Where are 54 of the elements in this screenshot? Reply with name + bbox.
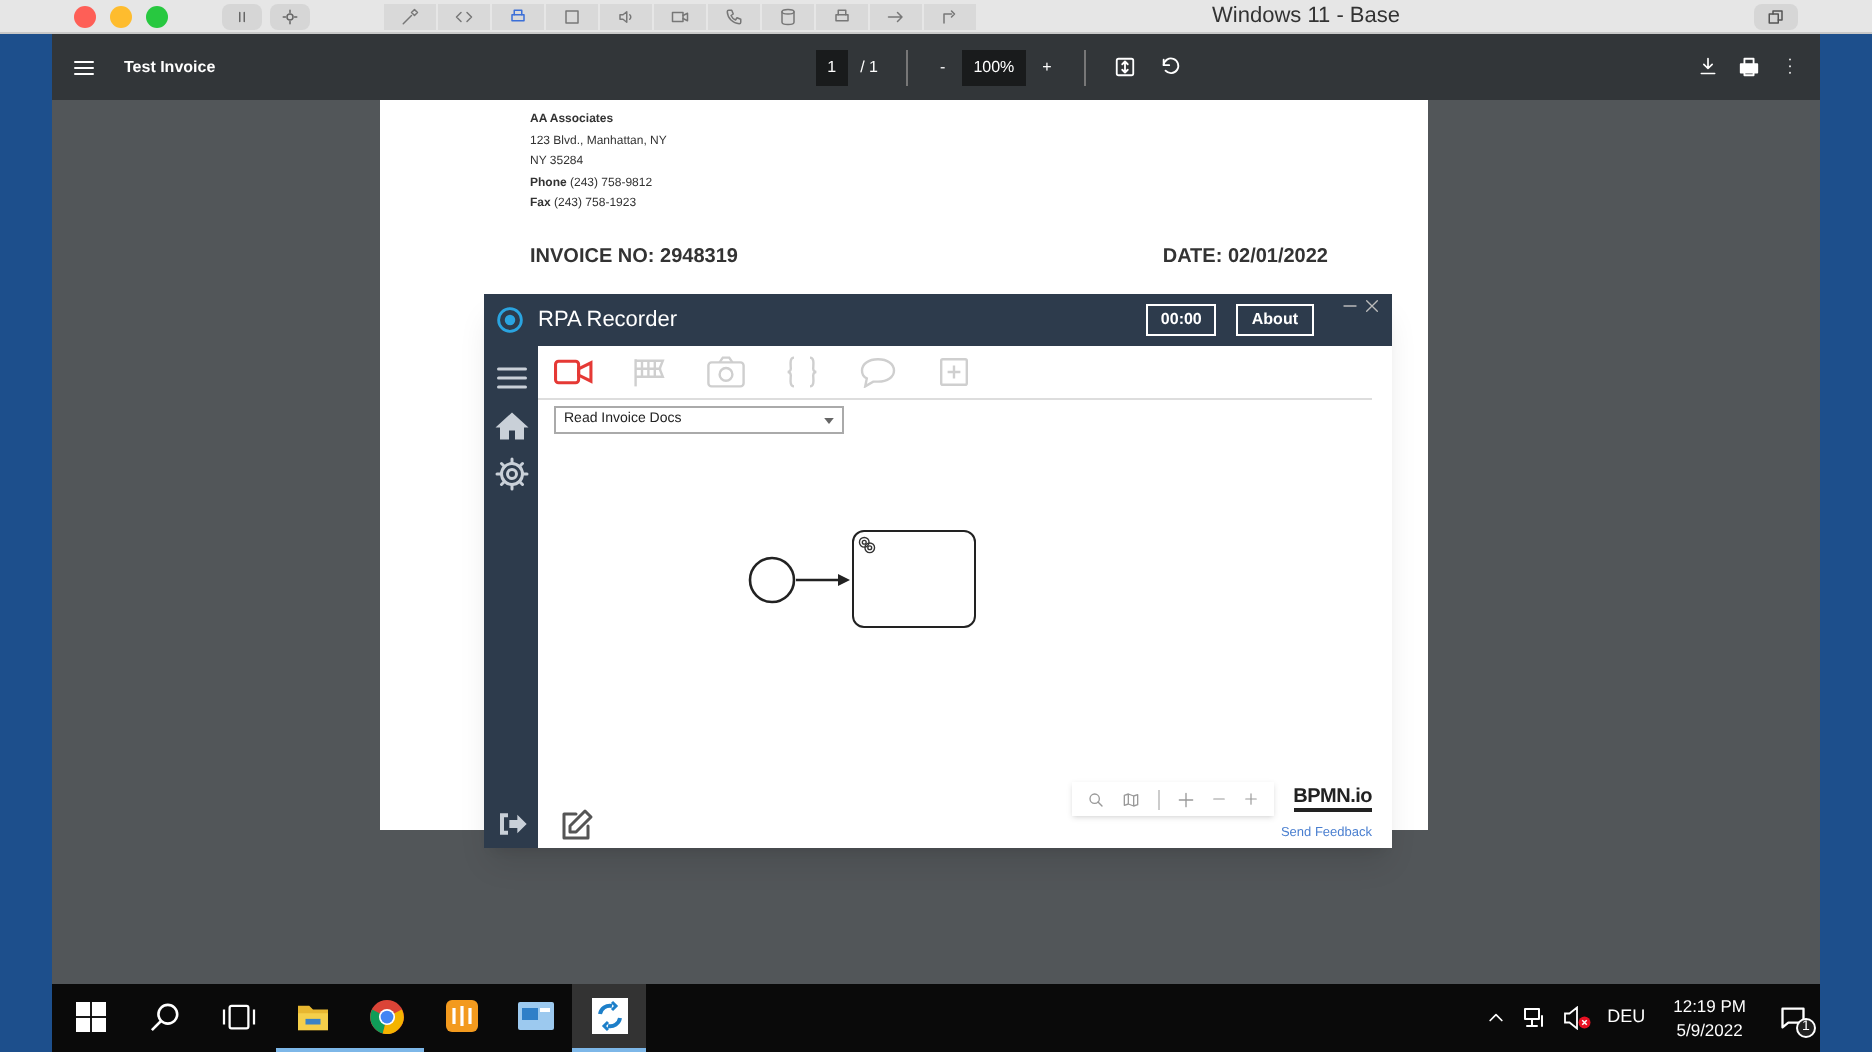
speaker-icon[interactable] [600, 3, 652, 29]
menu-icon[interactable] [72, 55, 96, 79]
network-icon[interactable] [1521, 1006, 1546, 1030]
zoom-out-button[interactable]: - [936, 55, 950, 79]
page-count: / 1 [860, 55, 879, 79]
rotate-icon[interactable] [1159, 56, 1182, 78]
search-icon[interactable] [1087, 791, 1104, 808]
database-icon[interactable] [762, 3, 814, 29]
zoom-field[interactable]: 100% [961, 49, 1027, 85]
map-icon[interactable] [1121, 791, 1140, 808]
caret-icon [824, 417, 834, 423]
start-event-circle [748, 556, 796, 604]
checkered-flag-icon[interactable] [630, 356, 670, 388]
zoom-in-button[interactable]: + [1038, 55, 1056, 79]
window-title: Windows 11 - Base [1212, 1, 1400, 32]
task-view-icon [222, 1001, 256, 1031]
muted-speaker-icon[interactable] [1561, 1006, 1592, 1030]
download-icon[interactable] [1698, 56, 1718, 76]
phone-icon[interactable] [708, 3, 760, 29]
edit-icon[interactable] [558, 808, 594, 844]
video-camera-icon[interactable] [554, 356, 594, 388]
browser-icon [370, 999, 404, 1033]
search-icon [150, 1001, 180, 1031]
bar-grid-icon [445, 1000, 477, 1032]
close-window-button[interactable] [74, 5, 96, 27]
print-icon[interactable] [1738, 56, 1760, 78]
about-button[interactable]: About [1235, 304, 1314, 336]
folder-icon [296, 1001, 330, 1031]
language-indicator[interactable]: DEU [1607, 1004, 1646, 1032]
home-icon[interactable] [493, 408, 529, 444]
close-icon[interactable] [1364, 298, 1380, 314]
arrows-logo-icon [591, 998, 627, 1034]
document-title: Test Invoice [124, 55, 216, 79]
printer-icon[interactable] [492, 3, 544, 29]
invoice-number: INVOICE NO: 2948319 [530, 243, 738, 271]
camera-icon[interactable] [654, 3, 706, 29]
pause-icon[interactable] [222, 3, 262, 29]
record-logo-icon [496, 306, 524, 334]
window-title: RPA Recorder [538, 305, 677, 336]
notification-icon[interactable] [1778, 1004, 1808, 1032]
code-icon[interactable] [438, 3, 490, 29]
monitor-icon [517, 1002, 553, 1030]
timer-display: 00:00 [1146, 304, 1216, 336]
printer-icon[interactable] [816, 3, 868, 29]
share-icon[interactable] [924, 3, 976, 29]
bpmn-logo[interactable]: BPMN.io [1293, 786, 1372, 813]
page-number-field[interactable]: 1 [815, 49, 849, 85]
windows-logo-icon [76, 1001, 106, 1031]
gears-icon [856, 534, 878, 556]
fit-page-icon[interactable] [1113, 56, 1136, 78]
taskbar-button[interactable] [572, 984, 646, 1052]
windows-icon[interactable] [1754, 3, 1798, 29]
invoice-date: DATE: 02/01/2022 [1162, 243, 1328, 271]
clock[interactable]: 12:19 PM 5/9/2022 [1673, 994, 1746, 1042]
